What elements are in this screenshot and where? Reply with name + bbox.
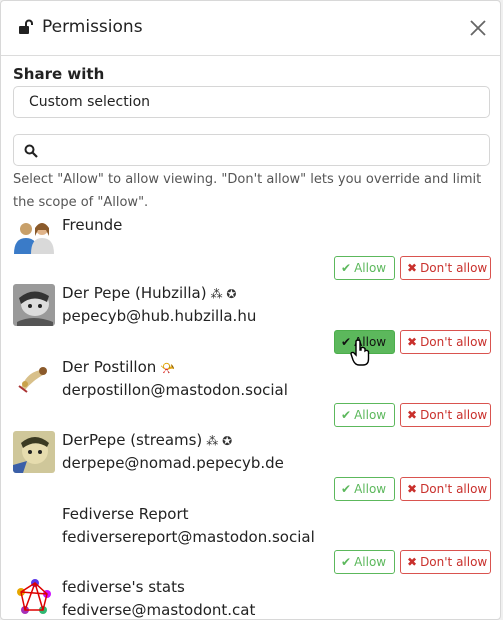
permissions-dialog: Permissions Share with Custom selection … [0, 0, 501, 620]
allow-button[interactable]: ✔ Allow [334, 477, 395, 501]
times-icon: ✖ [407, 482, 418, 496]
dont-allow-button[interactable]: ✖ Don't allow [400, 256, 491, 280]
check-icon: ✔ [341, 555, 352, 569]
check-icon: ✔ [341, 261, 352, 275]
contact-name: Freunde [62, 216, 123, 234]
allow-button[interactable]: ✔ Allow [334, 550, 395, 574]
contact-handle: fediverse@mastodont.cat [62, 601, 256, 619]
contact-name: fediverse's stats [62, 578, 185, 596]
share-with-select[interactable]: Custom selection [13, 86, 490, 118]
dont-allow-button[interactable]: ✖ Don't allow [400, 550, 491, 574]
network-badges: 📯 [160, 361, 176, 375]
help-text: Select "Allow" to allow viewing. "Don't … [13, 172, 482, 210]
times-icon: ✖ [407, 555, 418, 569]
dont-allow-button[interactable]: ✖ Don't allow [400, 477, 491, 501]
dont-allow-button[interactable]: ✖ Don't allow [400, 403, 491, 427]
contact-name: Der Pepe (Hubzilla) ⁂ ✪ [62, 284, 237, 302]
contact-avatar [13, 284, 55, 326]
search-input[interactable] [46, 140, 480, 162]
contact-handle: fediversereport@mastodon.social [62, 528, 315, 546]
group-avatar [13, 214, 55, 256]
dialog-title: Permissions [42, 17, 143, 37]
times-icon: ✖ [407, 261, 418, 275]
contact-handle: derpostillon@mastodon.social [62, 381, 288, 399]
contact-avatar [13, 431, 55, 473]
contact-handle: pepecyb@hub.hubzilla.hu [62, 307, 257, 325]
contact-search[interactable] [13, 134, 490, 166]
network-badges: ⁂ ✪ [206, 434, 233, 448]
network-badges: ⁂ ✪ [210, 287, 237, 301]
allow-button[interactable]: ✔ Allow [334, 256, 395, 280]
close-icon[interactable] [467, 17, 489, 39]
contact-avatar [13, 358, 55, 400]
hand-cursor-icon [350, 339, 370, 366]
search-icon [24, 144, 38, 158]
lock-open-icon [19, 19, 33, 34]
contact-handle: derpepe@nomad.pepecyb.de [62, 454, 284, 472]
check-icon: ✔ [341, 408, 352, 422]
contact-avatar [13, 578, 55, 619]
dialog-header: Permissions [1, 1, 500, 56]
times-icon: ✖ [407, 335, 418, 349]
contact-name: Fediverse Report [62, 505, 189, 523]
share-with-label: Share with [13, 65, 105, 83]
times-icon: ✖ [407, 408, 418, 422]
allow-button[interactable]: ✔ Allow [334, 403, 395, 427]
check-icon: ✔ [341, 482, 352, 496]
contact-name: Der Postillon 📯 [62, 358, 176, 376]
dont-allow-button[interactable]: ✖ Don't allow [400, 330, 491, 354]
contact-name: DerPepe (streams) ⁂ ✪ [62, 431, 233, 449]
